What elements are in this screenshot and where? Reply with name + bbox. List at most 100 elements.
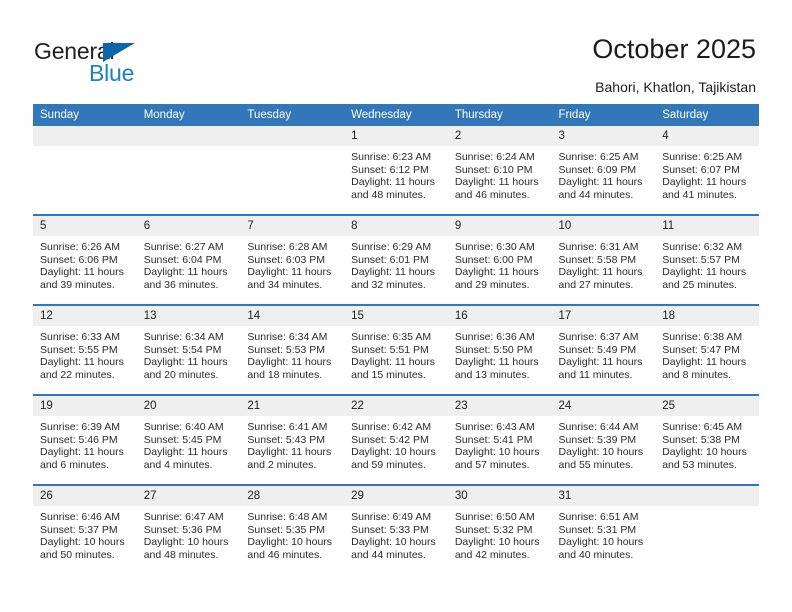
general-blue-logo: General Blue — [34, 38, 184, 86]
calendar-day[interactable]: 8 Sunrise: 6:29 AM Sunset: 6:01 PM Daylight… — [344, 216, 448, 304]
sunset-time: Sunset: 5:54 PM — [143, 343, 222, 356]
day-number — [136, 126, 241, 146]
calendar-cell: 5 Sunrise: 6:26 AM Sunset: 6:06 PM Daylight… — [33, 214, 137, 305]
calendar-day[interactable]: 21 Sunrise: 6:41 AM Sunset: 5:43 PM Dayligh… — [240, 396, 345, 484]
sunrise-time: Sunrise: 6:40 AM — [143, 421, 224, 433]
calendar-day[interactable]: 24 Sunrise: 6:44 AM Sunset: 5:39 PM Dayligh… — [551, 396, 656, 484]
sunset-time: Sunset: 5:36 PM — [143, 523, 222, 536]
sunset-time: Sunset: 5:47 PM — [662, 343, 740, 356]
calendar-cell: 14 Sunrise: 6:34 AM Sunset: 5:53 PM Dayligh… — [240, 304, 345, 395]
daylight-duration-line-1: Daylight: 11 hours — [351, 356, 435, 369]
calendar-day[interactable]: 30 Sunrise: 6:50 AM Sunset: 5:32 PM Dayligh… — [447, 486, 552, 574]
day-details: Sunrise: 6:40 AM Sunset: 5:45 PM Daylight:… — [137, 416, 241, 471]
calendar-day[interactable]: 27 Sunrise: 6:47 AM Sunset: 5:36 PM Dayligh… — [136, 486, 241, 574]
calendar-day[interactable]: 18 Sunrise: 6:38 AM Sunset: 5:47 PM Dayligh… — [655, 306, 759, 394]
sunrise-time: Sunrise: 6:25 AM — [662, 151, 743, 163]
day-number: 29 — [344, 486, 448, 506]
calendar-day[interactable]: 22 Sunrise: 6:42 AM Sunset: 5:42 PM Dayligh… — [344, 396, 448, 484]
calendar-day[interactable]: 1 Sunrise: 6:23 AM Sunset: 6:12 PM Daylight… — [344, 126, 448, 214]
day-details: Sunrise: 6:30 AM Sunset: 6:00 PM Daylight:… — [448, 236, 552, 291]
calendar-cell — [136, 126, 241, 215]
daylight-duration-line-1: Daylight: 11 hours — [558, 266, 643, 279]
sunset-time: Sunset: 6:01 PM — [351, 253, 429, 266]
day-details: Sunrise: 6:34 AM Sunset: 5:54 PM Daylight:… — [137, 326, 241, 381]
sunrise-time: Sunrise: 6:41 AM — [247, 421, 328, 433]
sunrise-time: Sunrise: 6:34 AM — [143, 331, 224, 343]
calendar-day[interactable]: 11 Sunrise: 6:32 AM Sunset: 5:57 PM Dayligh… — [655, 216, 759, 304]
day-number: 11 — [655, 216, 759, 236]
sunrise-time: Sunrise: 6:35 AM — [351, 331, 432, 343]
sunrise-time: Sunrise: 6:39 AM — [40, 421, 120, 433]
sunset-time: Sunset: 6:07 PM — [662, 163, 740, 176]
calendar-day[interactable]: 7 Sunrise: 6:28 AM Sunset: 6:03 PM Daylight… — [240, 216, 345, 304]
sunset-time: Sunset: 5:49 PM — [558, 343, 637, 356]
calendar-cell: 26 Sunrise: 6:46 AM Sunset: 5:37 PM Dayligh… — [33, 484, 137, 574]
calendar-day[interactable]: 25 Sunrise: 6:45 AM Sunset: 5:38 PM Dayligh… — [655, 396, 759, 484]
day-details: Sunrise: 6:24 AM Sunset: 6:10 PM Daylight:… — [448, 146, 552, 201]
calendar-day[interactable]: 3 Sunrise: 6:25 AM Sunset: 6:09 PM Daylight… — [551, 126, 656, 214]
daylight-duration-line-2: and 55 minutes. — [558, 458, 634, 471]
calendar-week-row: 19 Sunrise: 6:39 AM Sunset: 5:46 PM Dayligh… — [33, 394, 759, 485]
sunrise-time: Sunrise: 6:25 AM — [558, 151, 639, 163]
calendar-cell: 19 Sunrise: 6:39 AM Sunset: 5:46 PM Dayligh… — [33, 394, 137, 485]
calendar-day[interactable]: 28 Sunrise: 6:48 AM Sunset: 5:35 PM Dayligh… — [240, 486, 345, 574]
sunset-time: Sunset: 6:06 PM — [40, 253, 118, 266]
calendar-day[interactable]: 6 Sunrise: 6:27 AM Sunset: 6:04 PM Daylight… — [136, 216, 241, 304]
sunrise-time: Sunrise: 6:28 AM — [247, 241, 328, 253]
calendar-cell: 27 Sunrise: 6:47 AM Sunset: 5:36 PM Dayligh… — [136, 484, 241, 574]
daylight-duration-line-1: Daylight: 11 hours — [558, 356, 643, 369]
calendar-day[interactable]: 19 Sunrise: 6:39 AM Sunset: 5:46 PM Dayligh… — [33, 396, 137, 484]
calendar-day[interactable]: 31 Sunrise: 6:51 AM Sunset: 5:31 PM Dayligh… — [551, 486, 656, 574]
weekday-header-tuesday: Tuesday — [240, 104, 345, 126]
sunrise-time: Sunrise: 6:29 AM — [351, 241, 432, 253]
calendar-day[interactable]: 23 Sunrise: 6:43 AM Sunset: 5:41 PM Dayligh… — [447, 396, 552, 484]
calendar-cell — [655, 484, 759, 574]
weekday-header-thursday: Thursday — [447, 104, 552, 126]
calendar-day[interactable]: 15 Sunrise: 6:35 AM Sunset: 5:51 PM Dayligh… — [344, 306, 448, 394]
daylight-duration-line-2: and 46 minutes. — [247, 548, 323, 561]
day-number: 15 — [344, 306, 448, 326]
calendar-day[interactable]: 26 Sunrise: 6:46 AM Sunset: 5:37 PM Dayligh… — [33, 486, 137, 574]
calendar-day[interactable]: 20 Sunrise: 6:40 AM Sunset: 5:45 PM Dayligh… — [136, 396, 241, 484]
daylight-duration-line-2: and 39 minutes. — [40, 278, 115, 291]
sunrise-time: Sunrise: 6:44 AM — [558, 421, 639, 433]
day-number: 30 — [447, 486, 552, 506]
daylight-duration-line-1: Daylight: 11 hours — [662, 356, 747, 369]
sunset-time: Sunset: 5:55 PM — [40, 343, 118, 356]
calendar-day[interactable]: 16 Sunrise: 6:36 AM Sunset: 5:50 PM Dayligh… — [447, 306, 552, 394]
calendar-day[interactable]: 5 Sunrise: 6:26 AM Sunset: 6:06 PM Daylight… — [33, 216, 137, 304]
calendar-day[interactable]: 2 Sunrise: 6:24 AM Sunset: 6:10 PM Daylight… — [447, 126, 552, 214]
calendar-day[interactable]: 9 Sunrise: 6:30 AM Sunset: 6:00 PM Daylight… — [447, 216, 552, 304]
daylight-duration-line-1: Daylight: 10 hours — [558, 536, 644, 549]
sunrise-time: Sunrise: 6:48 AM — [247, 511, 328, 523]
calendar-day[interactable]: 4 Sunrise: 6:25 AM Sunset: 6:07 PM Daylight… — [655, 126, 759, 214]
sunrise-time: Sunrise: 6:49 AM — [351, 511, 432, 523]
calendar-day[interactable]: 14 Sunrise: 6:34 AM Sunset: 5:53 PM Dayligh… — [240, 306, 345, 394]
day-number: 7 — [240, 216, 345, 236]
calendar-day[interactable]: 12 Sunrise: 6:33 AM Sunset: 5:55 PM Dayligh… — [33, 306, 137, 394]
daylight-duration-line-2: and 2 minutes. — [247, 458, 317, 471]
calendar-day[interactable]: 10 Sunrise: 6:31 AM Sunset: 5:58 PM Dayligh… — [551, 216, 656, 304]
calendar-header-row: Sunday Monday Tuesday Wednesday Thursday… — [33, 104, 759, 126]
sunset-time: Sunset: 5:39 PM — [558, 433, 637, 446]
sunset-time: Sunset: 5:46 PM — [40, 433, 118, 446]
calendar-day[interactable]: 13 Sunrise: 6:34 AM Sunset: 5:54 PM Dayligh… — [136, 306, 241, 394]
daylight-duration-line-2: and 59 minutes. — [351, 458, 426, 471]
daylight-duration-line-1: Daylight: 10 hours — [351, 446, 436, 459]
daylight-duration-line-2: and 29 minutes. — [454, 278, 530, 291]
day-details: Sunrise: 6:51 AM Sunset: 5:31 PM Daylight:… — [552, 506, 656, 561]
sunrise-time: Sunrise: 6:30 AM — [454, 241, 535, 253]
sunrise-time: Sunrise: 6:24 AM — [454, 151, 535, 163]
day-details: Sunrise: 6:23 AM Sunset: 6:12 PM Daylight:… — [344, 146, 448, 201]
daylight-duration-line-2: and 53 minutes. — [662, 458, 737, 471]
day-number: 31 — [551, 486, 656, 506]
day-details: Sunrise: 6:29 AM Sunset: 6:01 PM Daylight:… — [344, 236, 448, 291]
sunrise-time: Sunrise: 6:43 AM — [454, 421, 535, 433]
sunset-time: Sunset: 5:38 PM — [662, 433, 740, 446]
calendar-page: General Blue October 2025 Bahori, Khatlo… — [0, 0, 792, 612]
day-number: 22 — [344, 396, 448, 416]
calendar-day[interactable]: 17 Sunrise: 6:37 AM Sunset: 5:49 PM Dayligh… — [551, 306, 656, 394]
day-number: 24 — [551, 396, 656, 416]
calendar-day[interactable]: 29 Sunrise: 6:49 AM Sunset: 5:33 PM Dayligh… — [344, 486, 448, 574]
daylight-duration-line-2: and 40 minutes. — [558, 548, 634, 561]
